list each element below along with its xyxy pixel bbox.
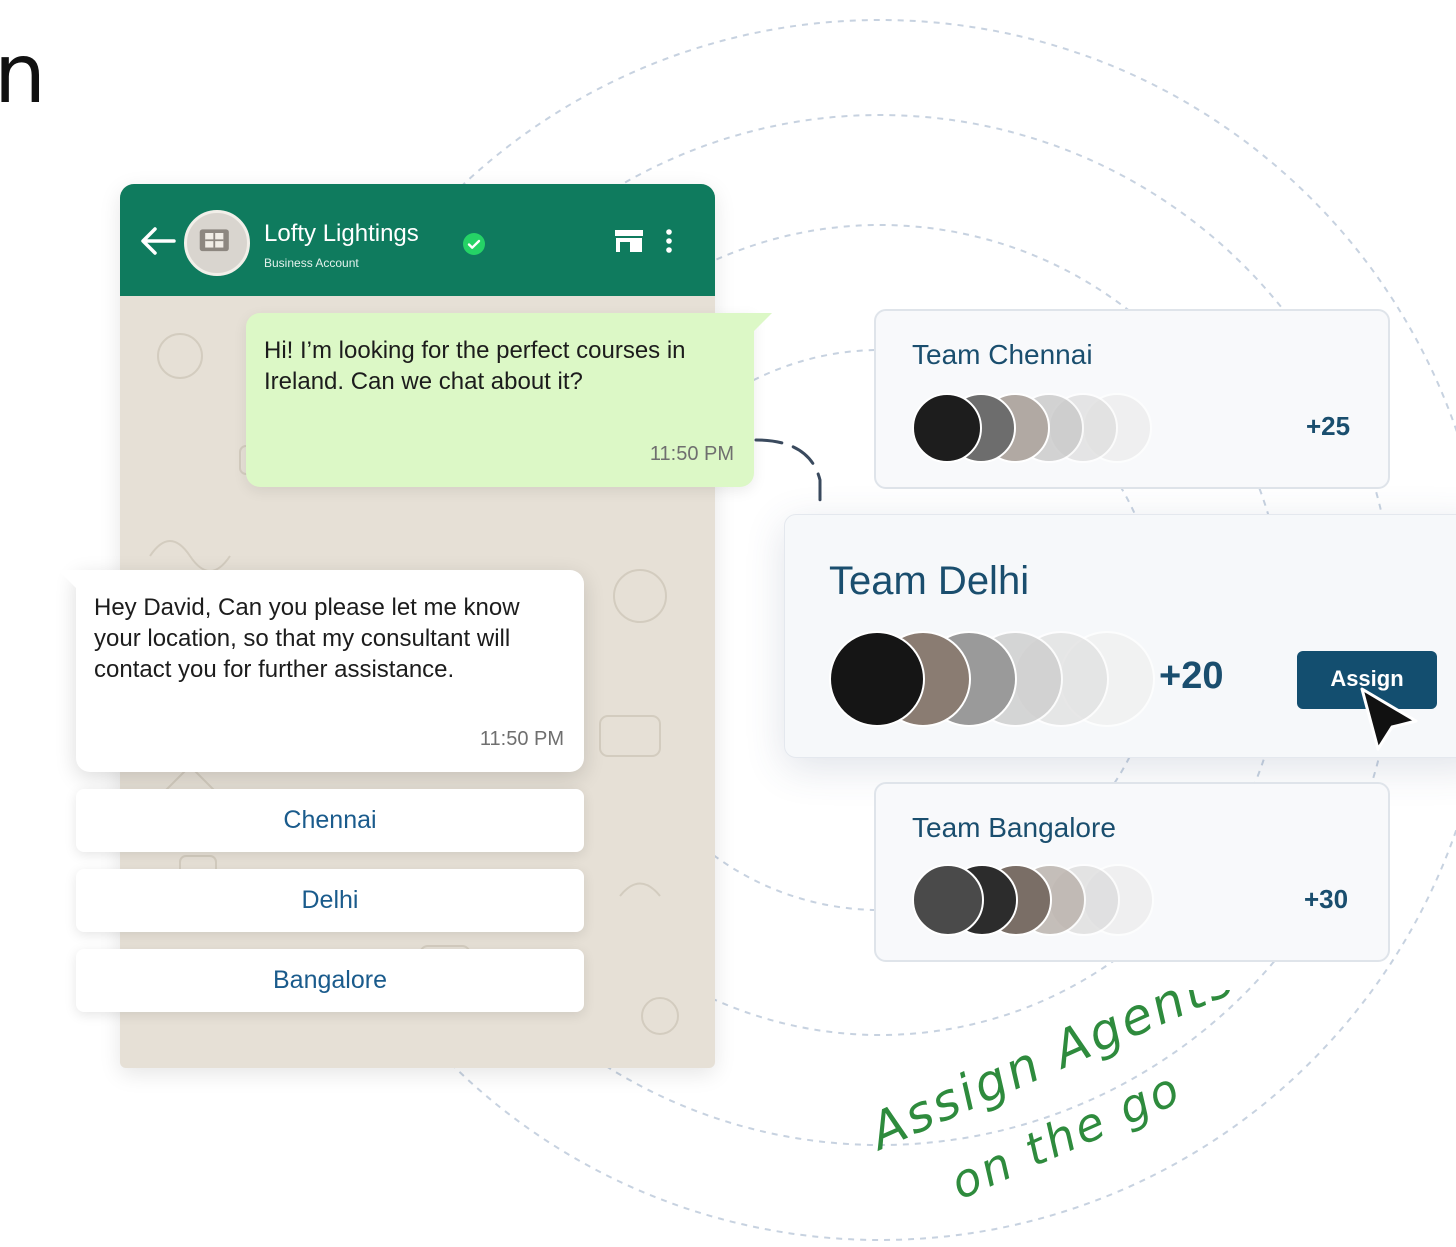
location-option-chennai[interactable]: Chennai [76,789,584,852]
partial-heading-glyph: n [0,27,46,122]
team-card-chennai[interactable]: Team Chennai +25 [874,309,1390,489]
business-account-label: Business Account [264,256,359,270]
agent-avatar [912,393,982,463]
agent-avatar [829,631,925,727]
extra-agent-count: +20 [1159,655,1224,697]
message-time: 11:50 PM [649,443,734,465]
extra-agent-count: +30 [1304,884,1349,914]
message-text: Hi! I’m looking for the perfect courses … [264,337,686,395]
more-options-icon[interactable] [662,226,676,256]
back-arrow-icon[interactable] [138,224,178,258]
bubble-tail [58,570,76,588]
business-avatar[interactable] [184,210,250,276]
agent-avatar-stack [912,393,1172,463]
agent-avatar-stack [829,631,1169,729]
location-option-bangalore[interactable]: Bangalore [76,949,584,1012]
chat-header: Lofty Lightings Business Account [120,184,715,296]
agent-avatar-stack [912,864,1172,936]
storefront-icon[interactable] [612,226,646,256]
incoming-message-bubble: Hey David, Can you please let me know yo… [58,570,584,772]
team-name: Team Bangalore [912,812,1116,843]
team-name: Team Delhi [829,559,1030,603]
bubble-tail [754,313,772,331]
agent-avatar [912,864,984,936]
message-text: Hey David, Can you please let me know yo… [94,594,520,683]
extra-agent-count: +25 [1306,411,1351,441]
marketing-illustration: n Lofty Lightings Business Account Hi! I… [0,0,1456,1247]
team-card-bangalore[interactable]: Team Bangalore +30 [874,782,1390,962]
lamp-icon [199,229,229,252]
mouse-pointer-icon [1360,687,1418,751]
outgoing-message-bubble: Hi! I’m looking for the perfect courses … [246,313,772,487]
team-name: Team Chennai [912,339,1093,370]
location-option-delhi[interactable]: Delhi [76,869,584,932]
message-time: 11:50 PM [479,728,564,750]
business-name: Lofty Lightings [264,220,419,247]
verified-badge-icon [463,233,485,255]
handwritten-tagline: Assign Agents on the go [860,990,1244,1210]
